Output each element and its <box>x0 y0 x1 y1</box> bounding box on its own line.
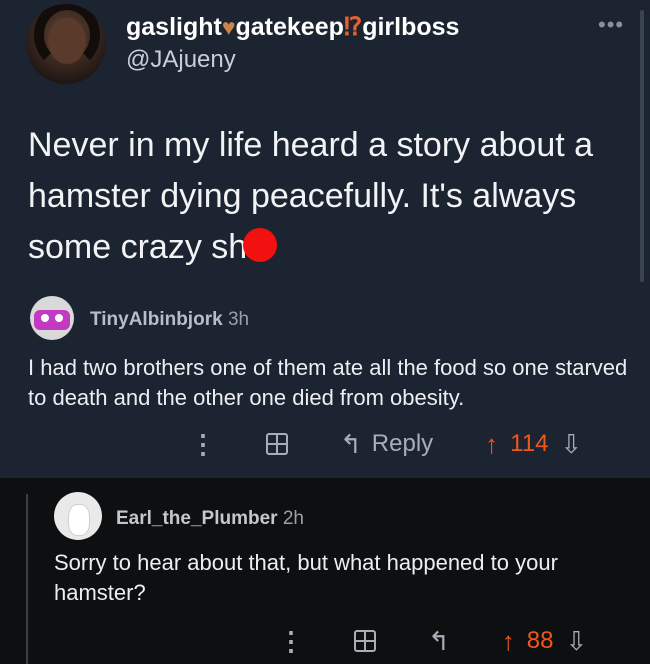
commenter-avatar[interactable] <box>30 296 74 340</box>
reply-icon[interactable]: ↰ <box>428 626 450 657</box>
award-icon[interactable] <box>266 433 288 455</box>
reply-icon[interactable]: ↰ <box>340 429 362 460</box>
avatar-eye <box>55 314 63 322</box>
more-options-icon[interactable]: ••• <box>598 12 624 38</box>
comment-1: TinyAlbinbjork 3h I had two brothers one… <box>0 283 650 478</box>
tweet-avatar[interactable] <box>26 4 106 84</box>
heart-icon: ♥ <box>221 14 236 40</box>
thread-line[interactable] <box>26 494 28 664</box>
comment-actions: ⋮ ↰ ↑ 88 ⇩ <box>278 623 587 659</box>
commenter-avatar[interactable] <box>54 492 102 540</box>
comment-time: 2h <box>282 508 304 529</box>
upvote-icon[interactable]: ↑ <box>485 429 498 460</box>
redaction-dot <box>243 228 278 263</box>
comment-text: I had two brothers one of them ate all t… <box>28 355 628 410</box>
comment-username[interactable]: Earl_the_Plumber <box>116 508 278 529</box>
avatar-shape <box>34 310 70 330</box>
comment-username[interactable]: TinyAlbinbjork <box>90 309 223 330</box>
more-options-icon[interactable]: ⋮ <box>278 626 304 657</box>
avatar-face <box>48 18 86 64</box>
avatar-eye <box>41 314 49 322</box>
downvote-icon[interactable]: ⇩ <box>566 626 588 657</box>
tweet-handle[interactable]: @JAjueny <box>126 46 236 74</box>
scrollbar[interactable] <box>640 10 644 282</box>
name-part-3: girlboss <box>362 13 460 41</box>
embedded-tweet: gaslight♥gatekeep⁉girlboss @JAjueny ••• … <box>0 0 650 283</box>
comment-time: 3h <box>227 309 250 330</box>
tweet-text: Never in my life heard a story about a h… <box>28 120 628 273</box>
award-icon[interactable] <box>354 630 376 652</box>
avatar-figure <box>68 504 90 536</box>
name-part-2: gatekeep <box>235 13 344 41</box>
reply-button[interactable]: Reply <box>372 430 433 458</box>
upvote-icon[interactable]: ↑ <box>502 626 515 657</box>
more-options-icon[interactable]: ⋮ <box>190 429 216 460</box>
vote-score: 88 <box>526 627 554 654</box>
interrobang-icon: ⁉ <box>343 13 363 41</box>
downvote-icon[interactable]: ⇩ <box>560 429 582 460</box>
comment-2: Earl_the_Plumber 2h Sorry to hear about … <box>0 478 650 664</box>
comment-meta: Earl_the_Plumber 2h <box>116 508 304 530</box>
tweet-body: Never in my life heard a story about a h… <box>28 126 594 266</box>
tweet-display-name[interactable]: gaslight♥gatekeep⁉girlboss <box>126 12 459 42</box>
comment-text: Sorry to hear about that, but what happe… <box>54 550 558 605</box>
vote-score: 114 <box>510 430 549 457</box>
comment-actions: ⋮ ↰ Reply ↑ 114 ⇩ <box>190 426 582 462</box>
comment-meta: TinyAlbinbjork 3h <box>90 309 249 331</box>
name-part-1: gaslight <box>126 13 222 41</box>
